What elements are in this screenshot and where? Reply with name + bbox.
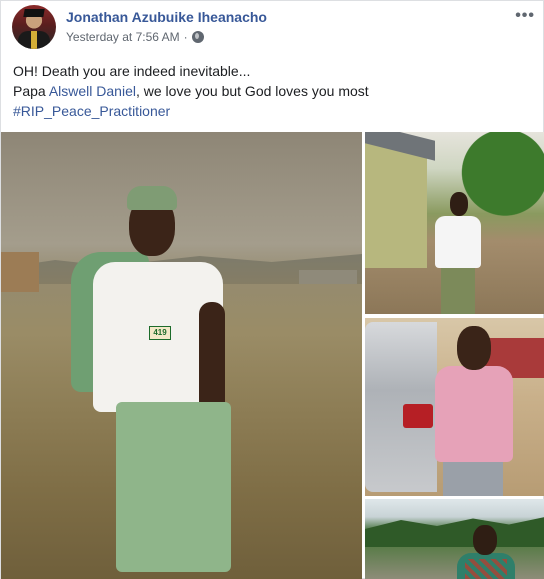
person-trousers <box>443 462 503 496</box>
author-name[interactable]: Jonathan Azubuike Iheanacho <box>66 9 267 25</box>
photo-hills <box>365 517 544 547</box>
person-head <box>473 525 497 555</box>
photo-building <box>1 252 39 292</box>
person-shirt <box>435 216 481 268</box>
photo-2[interactable] <box>365 132 544 314</box>
photo-4[interactable] <box>365 499 544 579</box>
post-text: OH! Death you are indeed inevitable... P… <box>13 61 533 121</box>
hashtag-link[interactable]: #RIP_Peace_Practitioner <box>13 101 533 121</box>
person-shirt <box>435 366 513 462</box>
post-text-line-2: Papa Alswell Daniel, we love you but God… <box>13 81 533 101</box>
person-cap <box>127 186 177 210</box>
avatar-stole <box>31 31 37 49</box>
author-avatar[interactable] <box>12 5 56 49</box>
person-head <box>457 326 491 370</box>
facebook-post: Jonathan Azubuike Iheanacho Yesterday at… <box>0 0 544 579</box>
photo-grid: 419 <box>1 132 544 579</box>
mention-link[interactable]: Alswell Daniel <box>49 83 136 99</box>
text-prefix: Papa <box>13 83 49 99</box>
more-options-icon[interactable]: ••• <box>515 7 535 25</box>
photo-building-2 <box>299 270 357 284</box>
shirt-pattern <box>465 559 507 579</box>
photo-3[interactable] <box>365 318 544 496</box>
car-taillight <box>403 404 433 428</box>
person-trousers <box>116 402 231 572</box>
person-trousers <box>441 268 475 314</box>
photo-house <box>365 140 427 268</box>
meta-separator: · <box>183 30 188 44</box>
person-head <box>450 192 468 216</box>
text-suffix: , we love you but God loves you most <box>135 83 369 99</box>
globe-icon[interactable] <box>191 31 204 43</box>
photo-main[interactable]: 419 <box>1 132 362 579</box>
post-text-line-1: OH! Death you are indeed inevitable... <box>13 63 251 79</box>
post-header: Jonathan Azubuike Iheanacho Yesterday at… <box>1 1 544 53</box>
id-badge: 419 <box>149 326 171 340</box>
post-timestamp[interactable]: Yesterday at 7:56 AM <box>66 30 180 44</box>
avatar-cap <box>23 9 45 17</box>
post-meta: Yesterday at 7:56 AM · <box>66 30 204 44</box>
